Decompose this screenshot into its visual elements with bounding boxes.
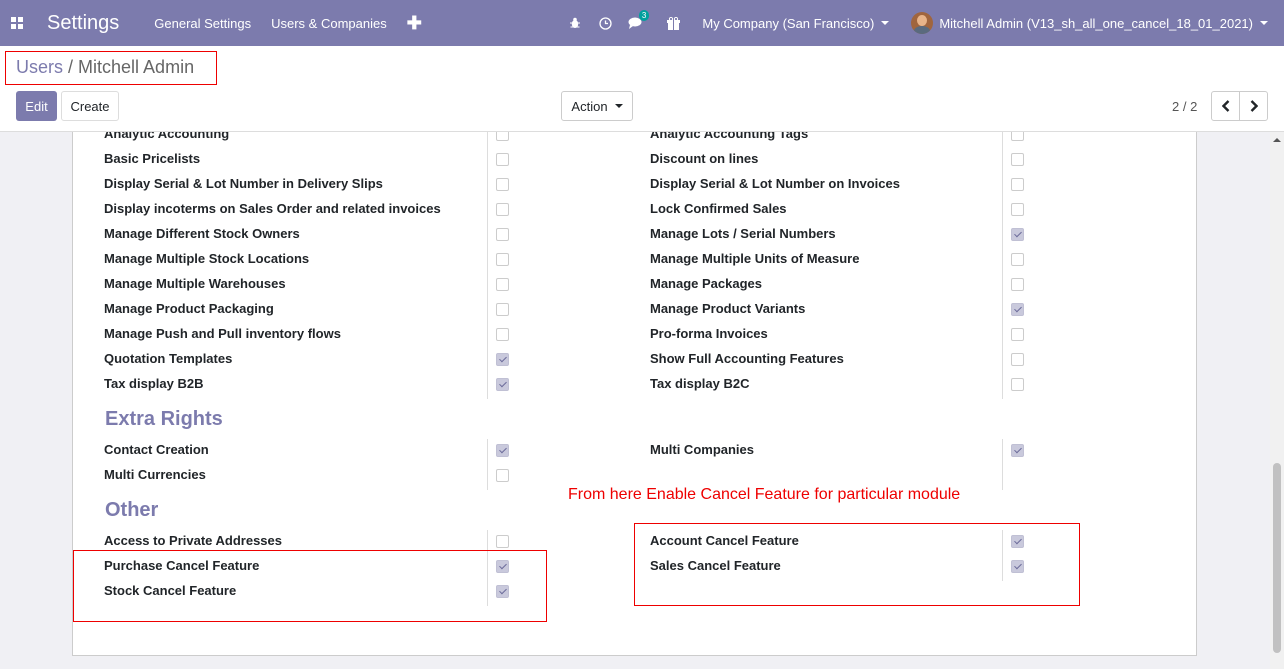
- chevron-down-icon: [881, 21, 890, 25]
- column-separator: [487, 132, 488, 399]
- annotation-text: From here Enable Cancel Feature for part…: [568, 486, 961, 503]
- clock-icon[interactable]: [590, 0, 620, 46]
- pager-previous-button[interactable]: [1212, 92, 1239, 120]
- action-dropdown[interactable]: Action: [561, 91, 633, 121]
- setting-checkbox[interactable]: [496, 178, 509, 191]
- setting-checkbox[interactable]: [1011, 203, 1024, 216]
- setting-checkbox[interactable]: [1011, 378, 1024, 391]
- setting-checkbox[interactable]: [1011, 153, 1024, 166]
- setting-label: Multi Currencies: [104, 467, 206, 482]
- setting-label: Manage Packages: [650, 276, 763, 291]
- chevron-down-icon: [614, 104, 623, 108]
- setting-checkbox[interactable]: [1011, 444, 1024, 457]
- chevron-down-icon: [1260, 21, 1268, 25]
- setting-label: Manage Multiple Stock Locations: [104, 251, 310, 266]
- gift-icon[interactable]: [658, 0, 688, 46]
- setting-label: Display Serial & Lot Number in Delivery …: [104, 176, 383, 191]
- section-title-extra-rights: Extra Rights: [105, 408, 223, 430]
- setting-checkbox[interactable]: [1011, 303, 1024, 316]
- setting-label: Quotation Templates: [104, 351, 233, 366]
- setting-label: Analytic Accounting Tags: [650, 131, 809, 141]
- edit-button[interactable]: Edit: [16, 91, 57, 121]
- setting-checkbox[interactable]: [1011, 253, 1024, 266]
- setting-checkbox[interactable]: [1011, 228, 1024, 241]
- setting-label: Tax display B2B: [104, 376, 204, 391]
- create-button[interactable]: Create: [61, 91, 119, 121]
- setting-label: Access to Private Addresses: [104, 533, 283, 548]
- setting-checkbox[interactable]: [496, 153, 509, 166]
- setting-label: Multi Companies: [650, 442, 755, 457]
- setting-checkbox[interactable]: [1011, 178, 1024, 191]
- setting-label: Contact Creation: [104, 442, 209, 457]
- setting-label: Basic Pricelists: [104, 151, 201, 166]
- setting-label: Manage Lots / Serial Numbers: [650, 226, 836, 241]
- setting-label: Manage Push and Pull inventory flows: [104, 326, 341, 341]
- setting-checkbox[interactable]: [496, 253, 509, 266]
- scrollbar[interactable]: [1270, 132, 1284, 669]
- company-name: My Company (San Francisco): [702, 15, 875, 31]
- setting-checkbox[interactable]: [496, 353, 509, 366]
- setting-label: Lock Confirmed Sales: [650, 201, 787, 216]
- setting-label: Display incoterms on Sales Order and rel…: [104, 201, 441, 216]
- top-navbar: Settings General Settings Users & Compan…: [0, 0, 1284, 46]
- setting-checkbox[interactable]: [496, 132, 509, 141]
- scroll-up-arrow-icon[interactable]: [1273, 138, 1281, 142]
- setting-checkbox[interactable]: [496, 228, 509, 241]
- chat-badge: 3: [638, 10, 650, 21]
- setting-checkbox[interactable]: [1011, 278, 1024, 291]
- chevron-left-icon: [1221, 100, 1229, 112]
- chevron-right-icon: [1250, 100, 1258, 112]
- company-switcher[interactable]: My Company (San Francisco): [702, 15, 890, 31]
- setting-checkbox[interactable]: [496, 203, 509, 216]
- setting-checkbox[interactable]: [496, 469, 509, 482]
- highlight-box-right: [634, 523, 1080, 606]
- setting-label: Manage Product Packaging: [104, 301, 274, 316]
- action-label: Action: [571, 98, 608, 114]
- column-separator: [1002, 439, 1003, 490]
- setting-label: Show Full Accounting Features: [650, 351, 844, 366]
- plus-icon[interactable]: ✚: [407, 13, 422, 34]
- pager-next-button[interactable]: [1239, 92, 1267, 120]
- setting-label: Manage Multiple Warehouses: [104, 276, 286, 291]
- setting-label: Tax display B2C: [650, 376, 750, 391]
- pager-controls: [1211, 91, 1268, 121]
- setting-checkbox[interactable]: [496, 535, 509, 548]
- highlight-box-left: [73, 550, 547, 622]
- setting-checkbox[interactable]: [1011, 353, 1024, 366]
- app-title[interactable]: Settings: [47, 12, 119, 35]
- setting-label: Display Serial & Lot Number on Invoices: [650, 176, 900, 191]
- setting-checkbox[interactable]: [496, 444, 509, 457]
- setting-label: Pro-forma Invoices: [650, 326, 768, 341]
- section-title-other: Other: [105, 499, 159, 521]
- menu-general-settings[interactable]: General Settings: [154, 16, 251, 31]
- column-separator: [487, 439, 488, 490]
- user-menu[interactable]: Mitchell Admin (V13_sh_all_one_cancel_18…: [911, 12, 1268, 34]
- setting-checkbox[interactable]: [496, 378, 509, 391]
- bug-icon[interactable]: [560, 0, 590, 46]
- column-separator: [1002, 132, 1003, 399]
- highlight-box-breadcrumb: [5, 51, 217, 85]
- setting-checkbox[interactable]: [1011, 328, 1024, 341]
- scrollbar-thumb[interactable]: [1273, 463, 1281, 653]
- setting-label: Manage Different Stock Owners: [104, 226, 300, 241]
- chat-icon[interactable]: 3: [620, 0, 650, 46]
- user-name: Mitchell Admin (V13_sh_all_one_cancel_18…: [939, 15, 1253, 31]
- setting-label: Manage Product Variants: [650, 301, 806, 316]
- pager-value[interactable]: 2 / 2: [1172, 99, 1197, 114]
- setting-checkbox[interactable]: [496, 303, 509, 316]
- setting-checkbox[interactable]: [496, 278, 509, 291]
- menu-users-companies[interactable]: Users & Companies: [271, 16, 387, 31]
- setting-checkbox[interactable]: [496, 328, 509, 341]
- setting-label: Manage Multiple Units of Measure: [650, 251, 860, 266]
- setting-checkbox[interactable]: [1011, 132, 1024, 141]
- avatar: [911, 12, 934, 34]
- setting-label: Discount on lines: [650, 151, 759, 166]
- form-content-area: Analytic Accounting Analytic Accounting …: [0, 131, 1284, 669]
- apps-menu-icon[interactable]: [0, 0, 34, 46]
- setting-label: Analytic Accounting: [104, 131, 230, 141]
